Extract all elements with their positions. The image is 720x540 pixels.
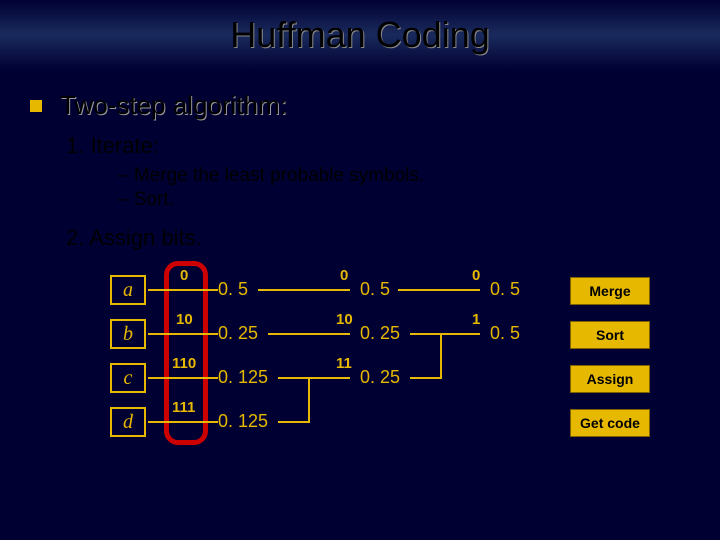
line (258, 289, 350, 291)
symbol-b: b (110, 319, 146, 349)
line (308, 377, 350, 379)
bullet-square-icon (30, 100, 42, 112)
bullet-main-row: Two-step algorithm: (30, 90, 690, 121)
prob3-1: 0. 5 (490, 279, 520, 300)
step-1: 1. Iterate: (66, 133, 690, 159)
bit2-1: 0 (340, 267, 348, 284)
bullet-main-text: Two-step algorithm: (60, 90, 287, 121)
line (148, 289, 218, 291)
step-1b: – Sort. (118, 189, 690, 211)
line (440, 333, 480, 335)
diagram: a b c d 0 10 110 111 0. 5 0. 25 0. 125 0… (110, 265, 690, 465)
step-2: 2. Assign bits. (66, 225, 690, 251)
bit-c: 110 (172, 355, 196, 372)
line (308, 377, 310, 423)
sort-button[interactable]: Sort (570, 321, 650, 349)
line (410, 377, 440, 379)
line (148, 377, 218, 379)
step-1a: – Merge the least probable symbols. (118, 165, 690, 187)
line (148, 421, 218, 423)
line (410, 333, 440, 335)
line (268, 333, 350, 335)
prob3-2: 0. 5 (490, 323, 520, 344)
line (278, 421, 308, 423)
bit-d: 111 (172, 399, 195, 416)
prob-c: 0. 125 (218, 367, 268, 388)
prob2-1: 0. 5 (360, 279, 390, 300)
bit-b: 10 (176, 311, 193, 328)
assign-button[interactable]: Assign (570, 365, 650, 393)
bit2-3: 11 (336, 355, 352, 372)
prob2-2: 0. 25 (360, 323, 400, 344)
title-bar: Huffman Coding (0, 0, 720, 70)
line (440, 333, 442, 379)
symbol-c: c (110, 363, 146, 393)
getcode-button[interactable]: Get code (570, 409, 650, 437)
content-area: Two-step algorithm: 1. Iterate: – Merge … (0, 70, 720, 485)
prob-d: 0. 125 (218, 411, 268, 432)
symbol-a: a (110, 275, 146, 305)
symbol-d: d (110, 407, 146, 437)
prob2-3: 0. 25 (360, 367, 400, 388)
line (278, 377, 308, 379)
line (398, 289, 480, 291)
bit2-2: 10 (336, 311, 353, 328)
slide-title: Huffman Coding (230, 14, 490, 56)
merge-button[interactable]: Merge (570, 277, 650, 305)
line (148, 333, 218, 335)
prob-a: 0. 5 (218, 279, 248, 300)
bit3-1: 0 (472, 267, 480, 284)
prob-b: 0. 25 (218, 323, 258, 344)
bit3-2: 1 (472, 311, 480, 328)
bit-a: 0 (180, 267, 188, 284)
